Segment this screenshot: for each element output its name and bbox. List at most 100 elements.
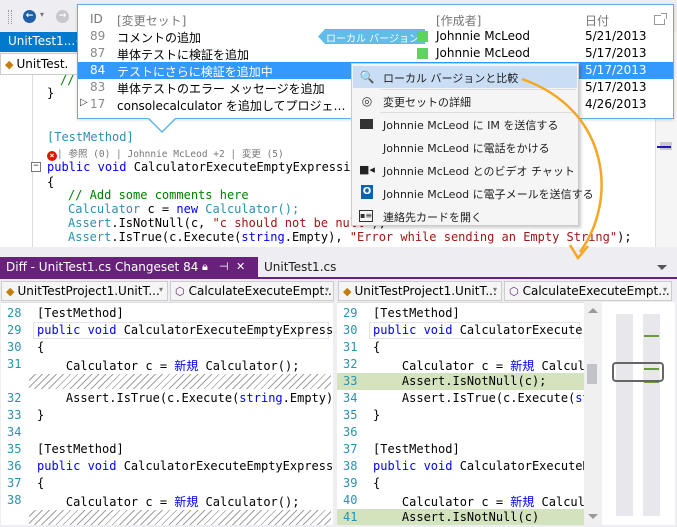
doc-tab-unittest1[interactable]: UnitTest1...+ bbox=[0, 32, 78, 52]
line-text: Assert.IsNotNull(c) bbox=[373, 510, 540, 524]
line-number: 34 bbox=[7, 425, 22, 439]
line-number: 29 bbox=[7, 323, 22, 337]
diff-line: 39 { bbox=[337, 475, 584, 492]
navigate-back-dropdown-icon[interactable]: ▾ bbox=[40, 10, 44, 19]
header-changeset[interactable]: [変更セット] bbox=[117, 12, 349, 29]
diff-line: 29 [TestMethod] bbox=[337, 305, 584, 322]
menu-item-compare-local[interactable]: 🔍 ローカル バージョンと比較 bbox=[353, 66, 577, 88]
code-line-signature: public void CalculatorExecuteEmptyExpres… bbox=[47, 160, 380, 174]
collapse-icon[interactable]: − bbox=[31, 162, 41, 172]
line-text: { bbox=[373, 340, 381, 354]
diff-line: 30 public void CalculatorExecute... bbox=[337, 322, 584, 339]
codelens-text[interactable]: | 参照 (0) | Johnnie McLeod +2 | 変更 (5) bbox=[57, 149, 284, 160]
author-link[interactable]: Johnnie McLeod bbox=[436, 29, 530, 43]
tab-overflow-icon[interactable] bbox=[657, 265, 667, 270]
diff-line: 28 [TestMethod] bbox=[1, 305, 333, 322]
code-line: { bbox=[47, 175, 55, 189]
chevron-down-icon: ▾ bbox=[158, 285, 163, 294]
line-text: } bbox=[37, 408, 45, 422]
right-class-dropdown[interactable]: ◆ UnitTestProject1.UnitT... ▾ bbox=[338, 281, 502, 301]
code-line-attribute: [TestMethod] bbox=[47, 130, 134, 144]
tab-unittest1[interactable]: UnitTest1.cs bbox=[258, 257, 336, 278]
line-text: [TestMethod] bbox=[373, 306, 460, 320]
navigate-back-icon[interactable]: ← bbox=[23, 10, 36, 23]
context-menu: 🔍 ローカル バージョンと比較 ◎ 変更セットの詳細 Johnnie McLeo… bbox=[351, 63, 594, 227]
diff-line-added: 41 Assert.IsNotNull(c) bbox=[337, 509, 584, 525]
line-number: 30 bbox=[7, 340, 22, 354]
scroll-down-icon[interactable] bbox=[588, 514, 598, 519]
diff-line: 36 public void CalculatorExecuteEmptyExpr… bbox=[1, 458, 333, 475]
line-text: Assert.IsTrue(c.Execute(string.Empty), "… bbox=[37, 391, 333, 405]
codelens[interactable]: × | 参照 (0) | Johnnie McLeod +2 | 変更 (5) bbox=[47, 146, 284, 161]
menu-item-video-chat[interactable]: ■◂ Johnnie McLeod とのビデオ チャット bbox=[353, 159, 577, 181]
line-text: [TestMethod] bbox=[37, 442, 124, 456]
line-number: 29 bbox=[343, 306, 358, 320]
line-number: 32 bbox=[343, 357, 358, 371]
expand-icon[interactable]: ▷ bbox=[80, 97, 88, 108]
menu-item-send-im[interactable]: Johnnie McLeod に IM を送信する bbox=[353, 113, 577, 135]
changeset-row[interactable]: 89 コメントの追加 ローカル バージョン Johnnie McLeod 5/2… bbox=[78, 28, 673, 45]
menu-item-contact-card[interactable]: ▪≡ 連絡先カードを開く bbox=[353, 205, 577, 227]
navigate-forward-icon[interactable]: → bbox=[56, 10, 69, 23]
diff-left-pane[interactable]: 28 [TestMethod] 29 public void CalculatorEx… bbox=[1, 302, 333, 525]
close-icon[interactable]: ✕ bbox=[236, 260, 245, 273]
chevron-down-icon: ▾ bbox=[662, 285, 667, 294]
header-date[interactable]: 日付 bbox=[585, 12, 609, 29]
presence-indicator bbox=[417, 48, 428, 59]
line-text: { bbox=[37, 476, 45, 490]
toolbar-grip-icon[interactable] bbox=[8, 10, 12, 24]
code-line: // bbox=[60, 73, 75, 87]
vs-window: ← ▾ → UnitTest1...+ ◆ UnitTest. // } [Tes… bbox=[0, 0, 677, 527]
line-number: 38 bbox=[7, 493, 22, 507]
diff-line: 35 [TestMethod] bbox=[1, 441, 333, 458]
author-link[interactable]: Johnnie McLeod bbox=[436, 46, 530, 60]
line-number: 35 bbox=[343, 408, 358, 422]
menu-item-send-email[interactable]: O Johnnie McLeod に電子メールを送信する bbox=[353, 182, 594, 204]
line-number: 33 bbox=[7, 408, 22, 422]
diff-line: 35} bbox=[337, 407, 584, 424]
menu-item-call[interactable]: Johnnie McLeod に電話をかける bbox=[353, 136, 577, 158]
line-number: 39 bbox=[343, 476, 358, 490]
scroll-up-icon[interactable] bbox=[588, 308, 598, 313]
scroll-thumb[interactable] bbox=[587, 364, 597, 384]
overview-change-marker bbox=[644, 335, 659, 337]
diff-line: 37 [TestMethod] bbox=[337, 441, 584, 458]
document-tab-bar: Diff - UnitTest1.cs Changeset 84 🔒︎ ⊣ ✕ … bbox=[0, 257, 677, 279]
diff-line: 32 Assert.IsTrue(c.Execute(string.Empty)… bbox=[1, 390, 333, 407]
popout-icon[interactable] bbox=[654, 13, 667, 25]
line-number: 37 bbox=[7, 476, 22, 490]
overview-viewport-handle[interactable] bbox=[612, 362, 664, 382]
line-text: Calculator c = 新規 Calcul... bbox=[373, 495, 584, 509]
code-line-comment: // Add some comments here bbox=[68, 188, 249, 202]
changeset-row[interactable]: 87 単体テストに検証を追加 Johnnie McLeod 5/17/2013 bbox=[78, 45, 673, 62]
line-number: 37 bbox=[343, 442, 358, 456]
code-line: Assert.IsTrue(c.Execute(string.Empty), "… bbox=[68, 230, 632, 244]
left-method-dropdown[interactable]: ⬡ CalculateExecuteEmpt... ▾ bbox=[170, 281, 334, 301]
diff-right-pane[interactable]: 29 [TestMethod] 30 public void CalculatorEx… bbox=[337, 302, 584, 525]
line-text: [TestMethod] bbox=[37, 306, 124, 320]
pin-icon[interactable]: ⊣ bbox=[219, 260, 229, 273]
header-author[interactable]: [作成者] bbox=[436, 12, 481, 29]
line-text: public void CalculatorExecuteN... bbox=[373, 459, 584, 473]
line-number: 35 bbox=[7, 442, 22, 456]
line-text: [TestMethod] bbox=[373, 442, 460, 456]
diff-line: 31 Calculator c = 新規 Calculator(); bbox=[1, 356, 333, 373]
class-navigation-dropdown[interactable]: ◆ UnitTest. bbox=[0, 53, 78, 75]
right-method-dropdown[interactable]: ⬡ CalculateExecuteEmpt... ▾ bbox=[504, 281, 672, 301]
diff-overview-margin[interactable] bbox=[602, 302, 675, 525]
local-version-badge: ローカル バージョン bbox=[318, 29, 425, 44]
tab-diff-changeset[interactable]: Diff - UnitTest1.cs Changeset 84 🔒︎ ⊣ ✕ bbox=[0, 257, 258, 279]
line-number: 30 bbox=[343, 323, 358, 337]
chevron-down-icon: ▾ bbox=[492, 285, 497, 294]
code-line: } bbox=[47, 86, 55, 100]
left-class-dropdown[interactable]: ◆ UnitTestProject1.UnitT... ▾ bbox=[1, 281, 168, 301]
line-number: 38 bbox=[343, 459, 358, 473]
line-text: public void CalculatorExecute... bbox=[369, 322, 584, 339]
lock-icon[interactable]: 🔒︎ bbox=[202, 260, 208, 274]
diff-deleted-placeholder bbox=[29, 374, 331, 389]
diff-line: 33} bbox=[1, 407, 333, 424]
diff-vertical-scrollbar[interactable] bbox=[584, 302, 602, 525]
changeset-details-icon: ◎ bbox=[361, 94, 373, 108]
line-text: Calculator c = 新規 Calculat... bbox=[373, 359, 584, 373]
menu-item-changeset-details[interactable]: ◎ 変更セットの詳細 bbox=[353, 90, 577, 112]
